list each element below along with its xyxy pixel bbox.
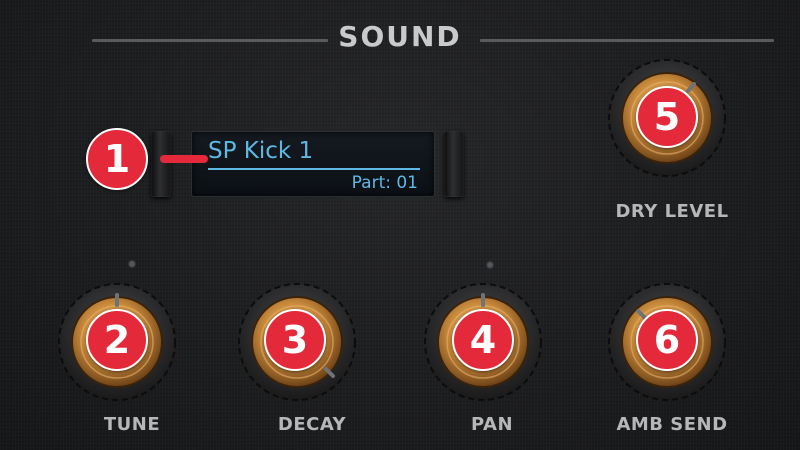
badge-2: 2 xyxy=(86,309,148,371)
next-sample-button[interactable] xyxy=(444,131,464,197)
tune-label: TUNE xyxy=(103,414,161,435)
section-rule-right xyxy=(480,39,774,42)
section-title: SOUND xyxy=(338,20,462,53)
badge-3: 3 xyxy=(264,309,326,371)
pan-led-indicator xyxy=(486,261,494,269)
dry-level-label: DRY LEVEL xyxy=(615,201,729,222)
pan-label: PAN xyxy=(470,414,514,435)
badge-4: 4 xyxy=(452,309,514,371)
badge-1: 1 xyxy=(86,128,148,190)
badge-1-pointer xyxy=(160,155,208,163)
sample-name: SP Kick 1 xyxy=(208,138,314,164)
sample-display[interactable]: SP Kick 1 Part: 01 xyxy=(191,131,435,197)
badge-5: 5 xyxy=(636,86,698,148)
part-label: Part: 01 xyxy=(351,173,418,193)
sample-name-underline xyxy=(208,168,420,170)
previous-sample-button[interactable] xyxy=(151,131,171,197)
tune-led-indicator xyxy=(128,260,136,268)
decay-label: DECAY xyxy=(277,414,347,435)
amb-send-label: AMB SEND xyxy=(616,414,728,435)
badge-6: 6 xyxy=(636,309,698,371)
